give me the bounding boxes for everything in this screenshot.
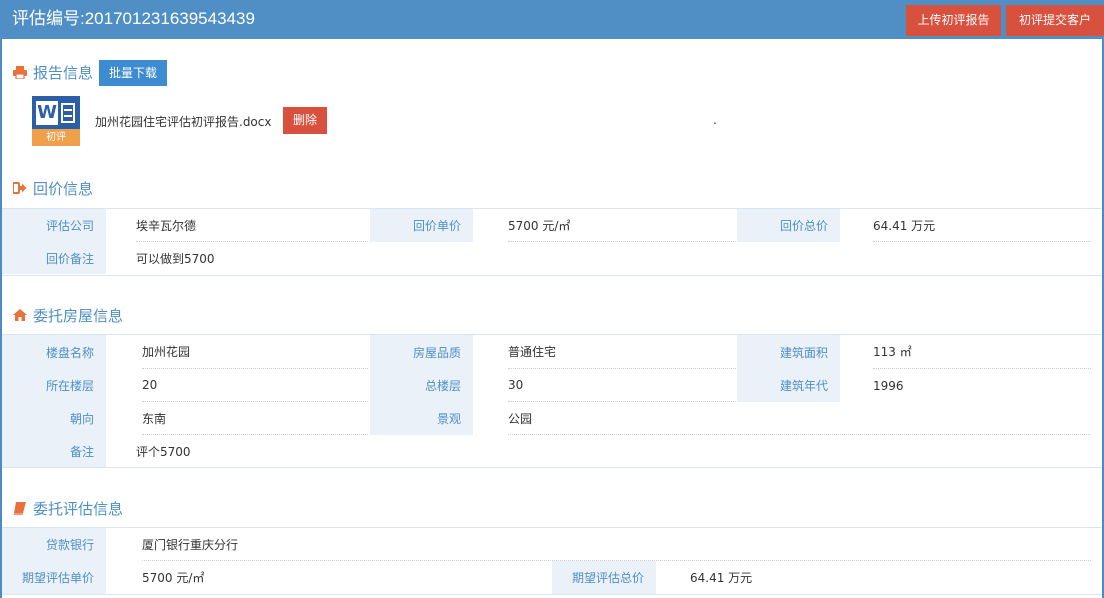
home-icon xyxy=(12,308,27,322)
floor-label: 所在楼层 xyxy=(2,369,106,402)
quote-remark-value: 可以做到5700 xyxy=(136,251,215,266)
house-section-label: 委托房屋信息 xyxy=(33,306,124,325)
report-section-title: 报告信息 xyxy=(12,61,93,83)
house-row-4: 备注 评个5700 xyxy=(0,435,1100,467)
house-remark-label: 备注 xyxy=(2,435,106,467)
divider xyxy=(2,467,1102,468)
quote-total-price-value: 64.41 万元 xyxy=(873,209,1091,242)
house-section-title: 委托房屋信息 xyxy=(12,304,123,326)
orientation-label: 朝向 xyxy=(2,402,106,435)
orientation-value: 东南 xyxy=(142,402,368,435)
loan-bank-value: 厦门银行重庆分行 xyxy=(142,528,1091,561)
expected-unit-price-value: 5700 元/㎡ xyxy=(142,571,205,585)
quote-section-label: 回价信息 xyxy=(33,179,94,198)
quote-total-price-label: 回价总价 xyxy=(737,209,840,242)
building-area-label: 建筑面积 xyxy=(737,335,840,369)
loan-bank-label: 贷款银行 xyxy=(2,528,106,561)
book-icon xyxy=(12,501,27,515)
file-badge: 初评 xyxy=(32,129,80,146)
report-filename[interactable]: 加州花园住宅评估初评报告.docx xyxy=(95,113,271,130)
appraisal-row-2: 期望评估单价 5700 元/㎡ 期望评估总价 64.41 万元 xyxy=(0,561,1100,594)
build-year-value: 1996 xyxy=(873,378,904,393)
quote-row-1: 评估公司 埃辛瓦尔德 回价单价 5700 元/㎡ 回价总价 64.41 万元 xyxy=(0,209,1100,242)
house-quality-value: 普通住宅 xyxy=(508,335,736,369)
page-frame xyxy=(0,0,1104,598)
estate-name-value: 加州花园 xyxy=(142,335,368,369)
floor-value: 20 xyxy=(142,369,368,402)
house-quality-label: 房屋品质 xyxy=(370,335,473,369)
appraisal-row-1: 贷款银行 厦门银行重庆分行 xyxy=(0,528,1100,561)
submit-to-client-button[interactable]: 初评提交客户 xyxy=(1006,5,1104,36)
build-year-label: 建筑年代 xyxy=(737,369,840,402)
expected-unit-price-label: 期望评估单价 xyxy=(2,561,106,594)
divider xyxy=(2,594,1102,595)
quote-row-2: 回价备注 可以做到5700 xyxy=(0,242,1100,274)
estate-name-label: 楼盘名称 xyxy=(2,335,106,369)
report-section-label: 报告信息 xyxy=(33,63,94,82)
quote-section-title: 回价信息 xyxy=(12,177,93,199)
expected-total-price-label: 期望评估总价 xyxy=(552,561,656,594)
delete-file-button[interactable]: 删除 xyxy=(283,107,327,134)
house-row-3: 朝向 东南 景观 公园 xyxy=(0,402,1100,435)
header-bar: 评估编号:201701231639543439 上传初评报告 初评提交客户 xyxy=(0,0,1104,39)
quote-unit-price-value: 5700 元/㎡ xyxy=(508,209,736,242)
divider xyxy=(2,275,1102,276)
page-title: 评估编号:201701231639543439 xyxy=(12,9,255,28)
batch-download-button[interactable]: 批量下载 xyxy=(99,60,167,86)
view-value: 公园 xyxy=(508,402,1091,435)
house-row-2: 所在楼层 20 总楼层 30 建筑年代 1996 xyxy=(0,369,1100,402)
quote-company-label: 评估公司 xyxy=(2,209,106,242)
house-remark-value: 评个5700 xyxy=(136,444,191,459)
stray-dot: . xyxy=(713,113,717,127)
building-area-value: 113 ㎡ xyxy=(873,335,1091,369)
printer-icon xyxy=(12,65,27,79)
total-floors-value: 30 xyxy=(508,369,736,402)
quote-unit-price-label: 回价单价 xyxy=(370,209,473,242)
word-document-icon[interactable]: W 初评 xyxy=(32,96,80,146)
house-row-1: 楼盘名称 加州花园 房屋品质 普通住宅 建筑面积 113 ㎡ xyxy=(0,335,1100,369)
quote-remark-label: 回价备注 xyxy=(2,242,106,274)
view-label: 景观 xyxy=(370,402,473,435)
sign-out-icon xyxy=(12,181,27,195)
total-floors-label: 总楼层 xyxy=(370,369,473,402)
appraisal-section-label: 委托评估信息 xyxy=(33,499,124,518)
expected-total-price-value: 64.41 万元 xyxy=(690,571,753,585)
upload-report-button[interactable]: 上传初评报告 xyxy=(906,5,1001,36)
quote-company-value: 埃辛瓦尔德 xyxy=(136,209,368,242)
appraisal-section-title: 委托评估信息 xyxy=(12,497,123,519)
